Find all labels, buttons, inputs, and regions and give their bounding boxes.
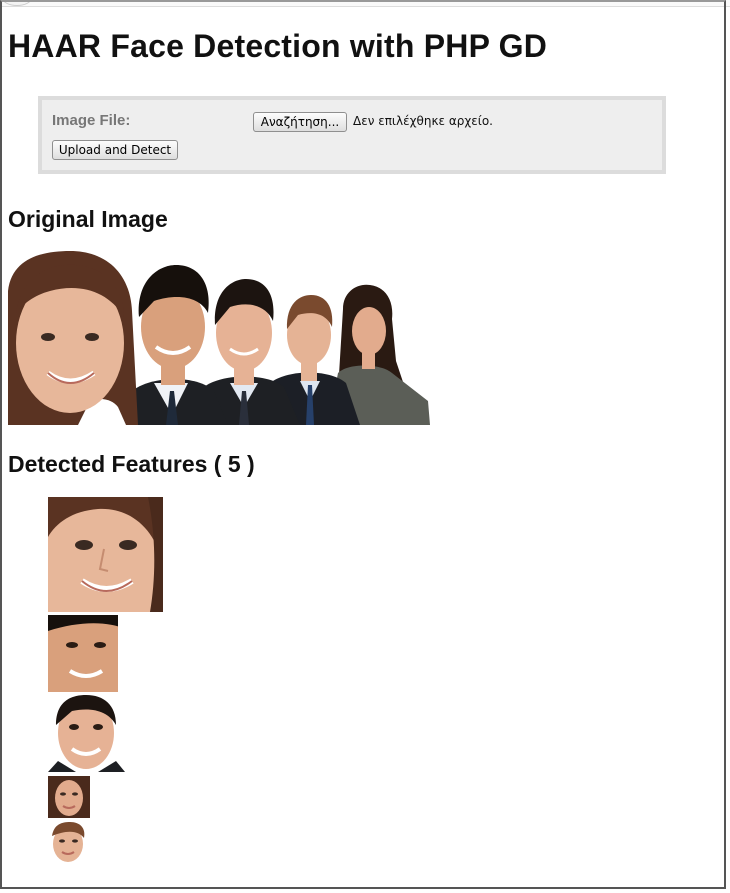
file-status-text: Δεν επιλέχθηκε αρχείο. xyxy=(353,114,493,128)
image-file-label: Image File: xyxy=(52,112,131,129)
original-image xyxy=(8,251,430,425)
upload-form: Image File: Αναζήτηση... Δεν επιλέχθηκε … xyxy=(38,96,666,174)
detected-features-heading: Detected Features ( 5 ) xyxy=(8,451,255,477)
person-1 xyxy=(8,251,138,425)
detected-face-4 xyxy=(48,776,90,818)
original-image-heading: Original Image xyxy=(8,206,168,232)
browse-file-button[interactable]: Αναζήτηση... xyxy=(253,112,347,132)
upload-and-detect-button[interactable]: Upload and Detect xyxy=(52,140,178,160)
detected-face-1 xyxy=(48,497,163,612)
detected-face-2 xyxy=(48,615,125,692)
page-title: HAAR Face Detection with PHP GD xyxy=(8,28,548,64)
detected-face-5 xyxy=(48,822,88,862)
detected-face-3 xyxy=(48,695,125,772)
